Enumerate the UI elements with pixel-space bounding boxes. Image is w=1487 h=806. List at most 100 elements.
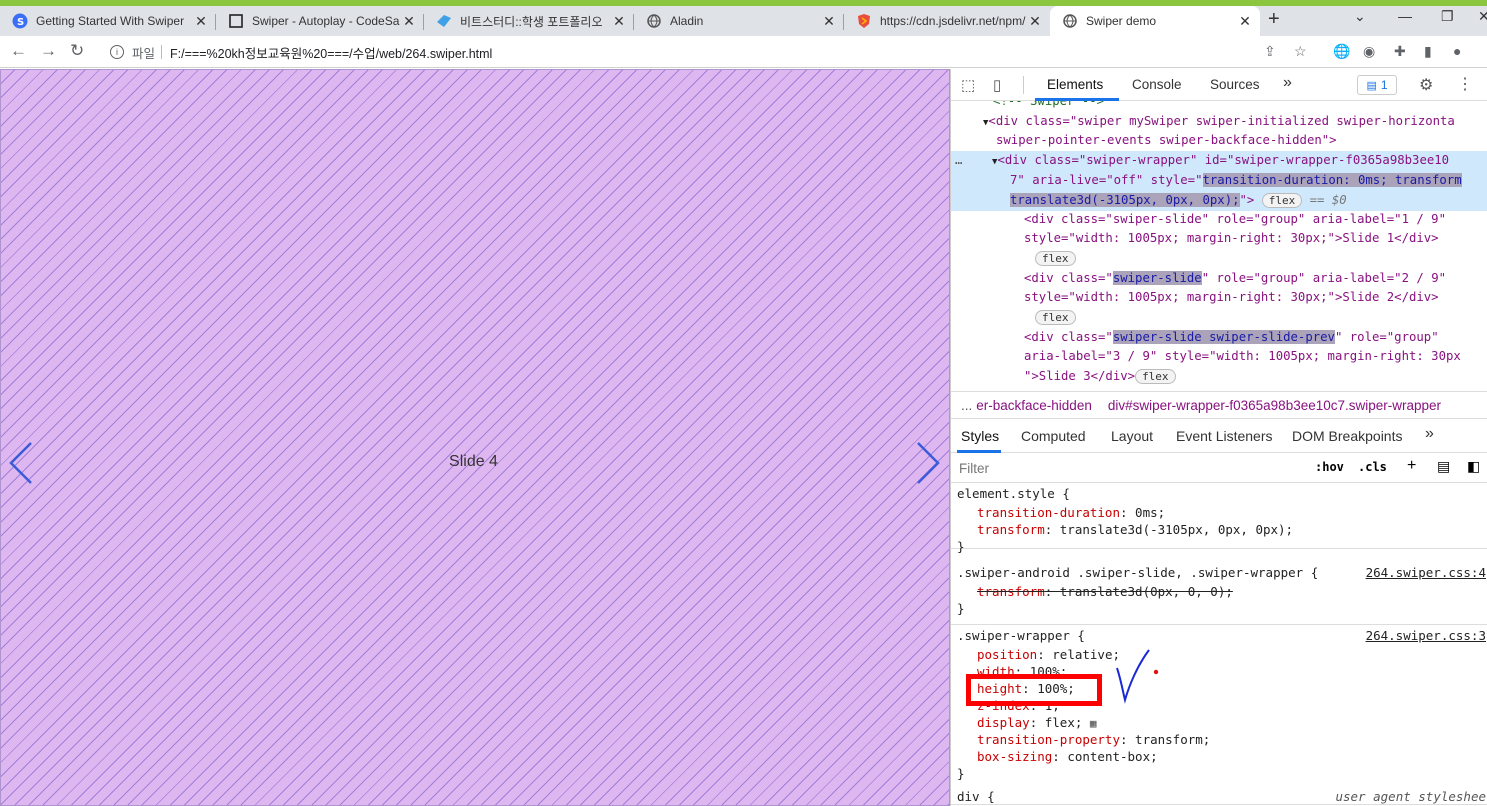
rule-declaration[interactable]: transition-duration: 0ms; (977, 504, 1165, 522)
dom-text: "> (1239, 193, 1255, 207)
dom-node-swiper-cont: swiper-pointer-events swiper-backface-hi… (996, 131, 1337, 151)
rule-source-link[interactable]: 264.swiper.css:3 (1366, 627, 1486, 645)
rule-declaration[interactable]: display: flex; ▦ (977, 714, 1097, 733)
tab-title: Swiper - Autoplay - CodeSa (252, 14, 400, 28)
message-icon: ▤ (1366, 79, 1377, 92)
flex-badge[interactable]: flex (1261, 193, 1303, 208)
new-style-rule-icon[interactable]: + (1407, 457, 1416, 475)
rule-declaration[interactable]: box-sizing: content-box; (977, 748, 1158, 766)
close-window-button[interactable]: ✕ (1478, 8, 1487, 25)
rule-declaration-overridden[interactable]: transform: translate3d(0px, 0, 0); (977, 583, 1233, 601)
rule-declaration[interactable]: height: 100%; (977, 680, 1075, 698)
dom-node-slide1[interactable]: <div class="swiper-slide" role="group" a… (1024, 210, 1446, 230)
info-icon[interactable]: i (110, 45, 124, 59)
swiper-slide-area[interactable]: Slide 4 (0, 69, 950, 806)
hov-toggle[interactable]: :hov (1315, 460, 1344, 474)
dom-highlight: translate3d(-3105px, 0px, 0px); (1010, 193, 1240, 207)
extension-globe-icon[interactable]: 🌐 (1333, 43, 1350, 60)
rule-source-link[interactable]: 264.swiper.css:4 (1366, 564, 1486, 582)
rule-selector: element.style { (957, 486, 1070, 501)
rule-declaration[interactable]: position: relative; (977, 646, 1120, 664)
issues-badge[interactable]: ▤ 1 (1357, 75, 1397, 95)
toggle-sidebar-icon[interactable]: ◧ (1467, 458, 1480, 475)
close-icon[interactable]: ✕ (610, 13, 628, 30)
property-value: : transform; (1120, 732, 1211, 747)
rule-declaration[interactable]: width: 100%; (977, 663, 1067, 681)
more-tabs-icon[interactable]: » (1425, 425, 1434, 443)
restore-button[interactable]: ❐ (1441, 8, 1454, 25)
kebab-menu-icon[interactable]: ⋮ (1457, 74, 1473, 94)
flexbox-editor-icon[interactable]: ▦ (1090, 717, 1097, 730)
back-icon[interactable]: ← (10, 41, 27, 61)
address-bar[interactable]: i 파일 F:/===%20kh정보교육원%20===/수업/web/264.s… (100, 39, 1240, 65)
rule-declaration[interactable]: transform: translate3d(-3105px, 0px, 0px… (977, 521, 1293, 539)
rule-declaration[interactable]: transition-property: transform; (977, 731, 1210, 749)
dom-text: <div class=" (1024, 330, 1113, 344)
breadcrumb-more[interactable]: ... (961, 398, 972, 413)
reload-icon[interactable]: ↻ (70, 41, 84, 61)
tab-elements[interactable]: Elements (1047, 77, 1103, 92)
tab-layout[interactable]: Layout (1111, 428, 1153, 444)
tab-console[interactable]: Console (1132, 77, 1182, 92)
tab-title: Aladin (670, 14, 704, 28)
tab-dom-breakpoints[interactable]: DOM Breakpoints (1292, 428, 1402, 444)
node-ellipsis-icon[interactable]: … (955, 153, 962, 167)
tab-search-icon[interactable]: ⌄ (1354, 8, 1366, 25)
breadcrumb-item-selected[interactable]: div#swiper-wrapper-f0365a98b3ee10c7.swip… (1108, 398, 1441, 413)
inspect-element-icon[interactable]: ⬚ (961, 76, 975, 94)
close-icon[interactable]: ✕ (1026, 13, 1044, 30)
property-name: z-index (977, 698, 1030, 713)
cls-toggle[interactable]: .cls (1358, 460, 1387, 474)
tab-codesandbox[interactable]: Swiper - Autoplay - CodeSa ✕ (216, 6, 424, 36)
bitstudy-favicon-icon (436, 13, 452, 29)
tab-jsdelivr[interactable]: https://cdn.jsdelivr.net/npm/ ✕ (844, 6, 1050, 36)
minimize-button[interactable]: — (1398, 8, 1412, 24)
tab-styles[interactable]: Styles (961, 428, 999, 444)
tab-swiper-demo[interactable]: Swiper demo ✕ (1050, 6, 1260, 36)
flex-badge[interactable]: flex (1135, 369, 1176, 384)
selected-node-marker: == $0 (1309, 193, 1347, 207)
tab-aladin[interactable]: Aladin ✕ (634, 6, 844, 36)
extensions-puzzle-icon[interactable]: ✚ (1394, 43, 1406, 60)
rule-source-ua: user agent styleshee (1335, 789, 1486, 804)
rule-element-style[interactable]: element.style { transition-duration: 0ms… (951, 483, 1487, 554)
close-icon[interactable]: ✕ (1236, 13, 1254, 30)
more-tabs-icon[interactable]: » (1283, 74, 1292, 92)
bookmark-star-icon[interactable]: ☆ (1294, 43, 1307, 60)
flex-badge[interactable]: flex (1035, 310, 1076, 325)
dom-tree[interactable]: <!-- Swiper --> ▼<div class="swiper mySw… (951, 101, 1487, 391)
property-value: : 0ms; (1120, 505, 1166, 520)
computed-styles-icon[interactable]: ▤ (1437, 458, 1450, 475)
forward-icon[interactable]: → (40, 41, 57, 61)
tab-bitstudy[interactable]: 비트스터디::학생 포트폴리오 ✕ (424, 6, 634, 36)
flex-badge[interactable]: flex (1035, 251, 1076, 266)
rule-swiper-android[interactable]: .swiper-android .swiper-slide, .swiper-w… (951, 563, 1487, 625)
tab-event-listeners[interactable]: Event Listeners (1176, 428, 1273, 444)
breadcrumb-item[interactable]: er-backface-hidden (976, 398, 1092, 413)
tab-computed[interactable]: Computed (1021, 428, 1086, 444)
settings-gear-icon[interactable]: ⚙ (1419, 75, 1433, 95)
dom-node-wrapper[interactable]: … ▼<div class="swiper-wrapper" id="swipe… (955, 151, 1449, 173)
swiper-prev-arrow-icon[interactable] (7, 441, 35, 485)
rule-close: } (957, 601, 965, 616)
side-panel-icon[interactable]: ▮ (1424, 43, 1432, 60)
profile-avatar-icon[interactable]: ● (1453, 43, 1461, 59)
close-icon[interactable]: ✕ (820, 13, 838, 30)
dom-node-slide2[interactable]: <div class="swiper-slide" role="group" a… (1024, 269, 1446, 289)
close-icon[interactable]: ✕ (192, 13, 210, 30)
swiper-next-arrow-icon[interactable] (914, 441, 942, 485)
share-icon[interactable]: ⇪ (1264, 43, 1276, 60)
close-icon[interactable]: ✕ (400, 13, 418, 30)
tab-sources[interactable]: Sources (1210, 77, 1260, 92)
styles-filter-input[interactable] (955, 456, 1303, 480)
tab-getting-started[interactable]: S Getting Started With Swiper ✕ (0, 6, 216, 36)
dom-text: style="width: 1005px; margin-right: 30px… (1024, 290, 1439, 304)
camera-icon[interactable]: ◉ (1363, 43, 1375, 60)
device-toolbar-icon[interactable]: ▯ (993, 76, 1001, 94)
dom-node-slide1-cont: style="width: 1005px; margin-right: 30px… (1024, 229, 1439, 249)
rule-declaration[interactable]: z-index: 1; (977, 697, 1060, 715)
dom-node-slide3[interactable]: <div class="swiper-slide swiper-slide-pr… (1024, 328, 1439, 348)
property-name: width (977, 664, 1015, 679)
rule-swiper-wrapper[interactable]: .swiper-wrapper { 264.swiper.css:3 posit… (951, 625, 1487, 805)
new-tab-button[interactable]: + (1268, 8, 1280, 31)
